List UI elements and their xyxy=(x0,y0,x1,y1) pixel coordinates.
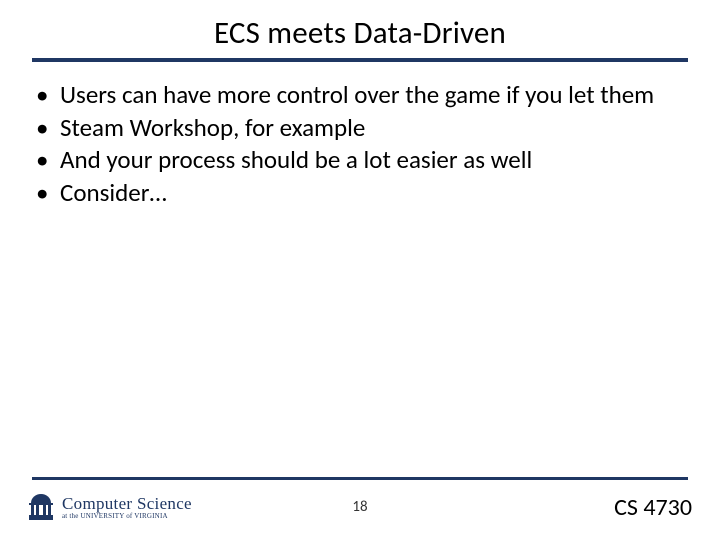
uva-rotunda-icon xyxy=(28,493,54,521)
content-area: Users can have more control over the gam… xyxy=(0,62,720,208)
list-item: Consider… xyxy=(32,178,688,209)
course-code: CS 4730 xyxy=(614,493,692,522)
logo-text: Computer Science at the UNIVERSITY of VI… xyxy=(62,495,192,520)
logo-text-main: Computer Science xyxy=(62,495,192,512)
logo: Computer Science at the UNIVERSITY of VI… xyxy=(28,493,192,521)
title-area: ECS meets Data-Driven xyxy=(0,0,720,52)
list-item: Users can have more control over the gam… xyxy=(32,80,688,111)
logo-text-sub: at the UNIVERSITY of VIRGINIA xyxy=(62,513,192,520)
list-item: Steam Workshop, for example xyxy=(32,113,688,144)
bullet-list: Users can have more control over the gam… xyxy=(32,80,688,208)
slide-title: ECS meets Data-Driven xyxy=(0,14,720,52)
footer: Computer Science at the UNIVERSITY of VI… xyxy=(0,482,720,540)
page-number: 18 xyxy=(352,498,367,516)
list-item: And your process should be a lot easier … xyxy=(32,145,688,176)
footer-divider xyxy=(32,477,688,480)
